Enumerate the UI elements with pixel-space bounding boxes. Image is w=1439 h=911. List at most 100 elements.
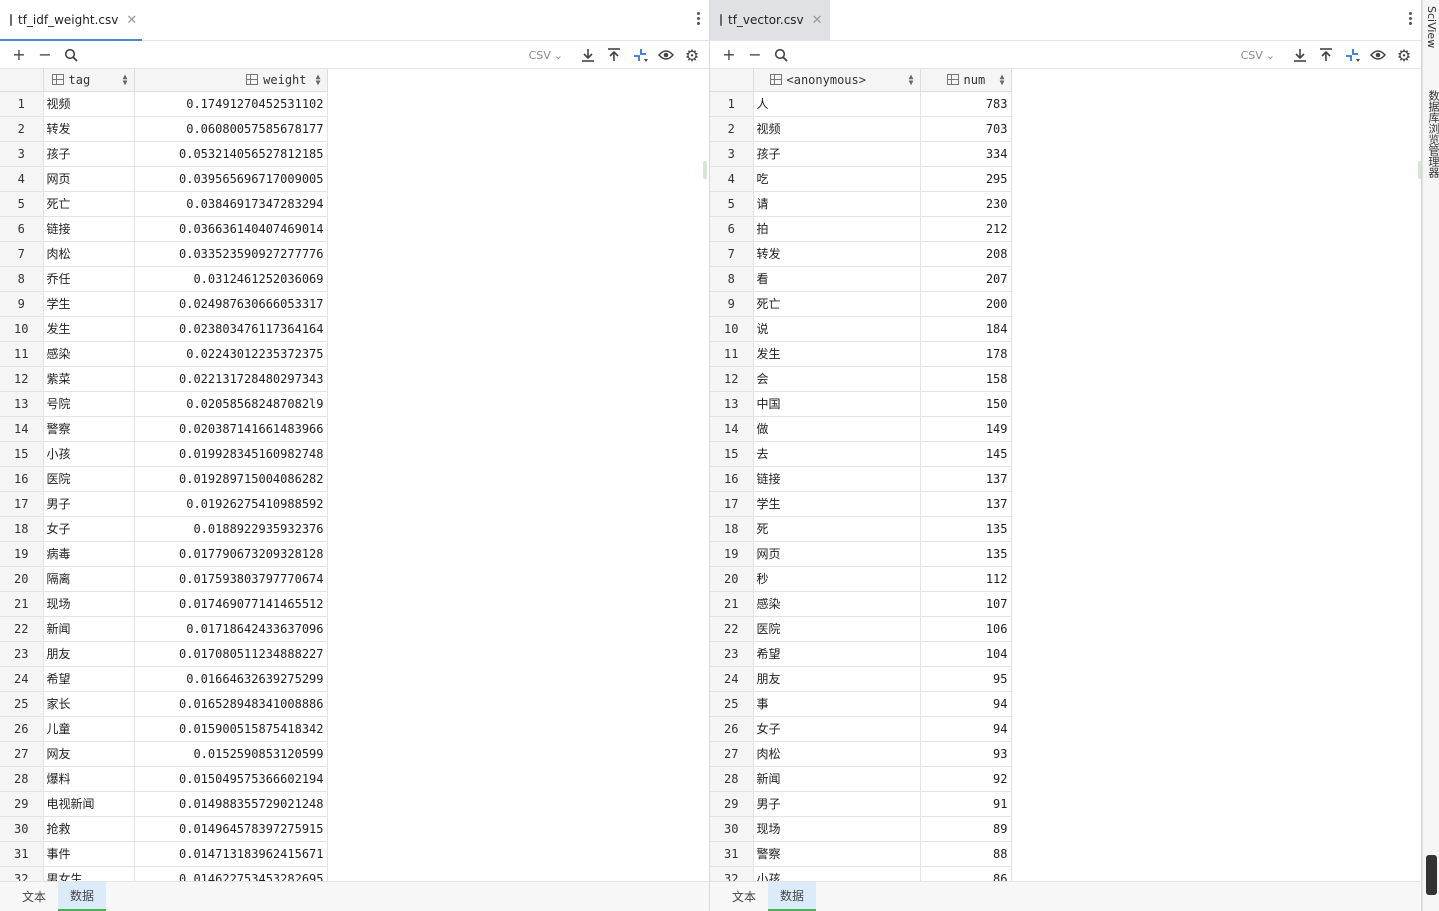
table-cell-number[interactable]: 149 xyxy=(920,416,1012,442)
table-cell-text[interactable]: 转发 xyxy=(753,241,921,267)
more-options-icon[interactable] xyxy=(695,12,701,25)
table-cell-number[interactable]: 208 xyxy=(920,241,1012,267)
compare-icon[interactable] xyxy=(627,42,653,68)
table-cell-text[interactable]: 学生 xyxy=(753,491,921,517)
table-cell-text[interactable]: 号院 xyxy=(43,391,135,417)
search-icon[interactable] xyxy=(768,42,794,68)
table-cell-number[interactable]: 107 xyxy=(920,591,1012,617)
table-cell-text[interactable]: 事 xyxy=(753,691,921,717)
table-cell-number[interactable]: 135 xyxy=(920,516,1012,542)
table-cell-text[interactable]: 死 xyxy=(753,516,921,542)
table-cell-number[interactable]: 0.06080057585678177 xyxy=(134,116,328,142)
table-cell-text[interactable]: 会 xyxy=(753,366,921,392)
table-cell-text[interactable]: 网页 xyxy=(43,166,135,192)
table-row[interactable]: 14 警察 0.020387141661483966 xyxy=(0,416,328,442)
table-cell-number[interactable]: 0.014964578397275915 xyxy=(134,816,328,842)
table-cell-number[interactable]: 0.01718642433637096 xyxy=(134,616,328,642)
table-cell-text[interactable]: 发生 xyxy=(753,341,921,367)
table-cell-text[interactable]: 隔离 xyxy=(43,566,135,592)
table-cell-number[interactable]: 137 xyxy=(920,466,1012,492)
table-cell-number[interactable]: 0.024987630666053317 xyxy=(134,291,328,317)
table-cell-number[interactable]: 0.017790673209328128 xyxy=(134,541,328,567)
table-cell-number[interactable]: 0.01664632639275299 xyxy=(134,666,328,692)
table-cell-number[interactable]: 0.0152590853120599 xyxy=(134,741,328,767)
table-row[interactable]: 29 电视新闻 0.014988355729021248 xyxy=(0,791,328,817)
table-cell-text[interactable]: 新闻 xyxy=(43,616,135,642)
table-cell-text[interactable]: 女子 xyxy=(43,516,135,542)
table-cell-text[interactable]: 做 xyxy=(753,416,921,442)
table-cell-number[interactable]: 0.03846917347283294 xyxy=(134,191,328,217)
table-row[interactable]: 15 去 145 xyxy=(710,441,1012,467)
table-cell-text[interactable]: 孩子 xyxy=(753,141,921,167)
table-row[interactable]: 26 女子 94 xyxy=(710,716,1012,742)
table-row[interactable]: 28 新闻 92 xyxy=(710,766,1012,792)
table-cell-number[interactable]: 112 xyxy=(920,566,1012,592)
tab-text[interactable]: 文本 xyxy=(720,882,768,911)
table-row[interactable]: 4 吃 295 xyxy=(710,166,1012,192)
table-row[interactable]: 17 男子 0.01926275410988592 xyxy=(0,491,328,517)
download-icon[interactable] xyxy=(575,42,601,68)
sidebar-handle[interactable] xyxy=(1426,855,1437,895)
table-row[interactable]: 23 希望 104 xyxy=(710,641,1012,667)
table-row[interactable]: 27 网友 0.0152590853120599 xyxy=(0,741,328,767)
table-cell-number[interactable]: 0.020585682487082l9 xyxy=(134,391,328,417)
table-row[interactable]: 31 事件 0.014713183962415671 xyxy=(0,841,328,867)
table-cell-text[interactable]: 网页 xyxy=(753,541,921,567)
table-cell-number[interactable]: 0.014713183962415671 xyxy=(134,841,328,867)
table-cell-number[interactable]: 137 xyxy=(920,491,1012,517)
table-row[interactable]: 22 医院 106 xyxy=(710,616,1012,642)
table-row[interactable]: 18 女子 0.0188922935932376 xyxy=(0,516,328,542)
table-row[interactable]: 24 希望 0.01664632639275299 xyxy=(0,666,328,692)
right-file-tab[interactable]: tf_vector.csv ✕ xyxy=(710,0,830,40)
table-row[interactable]: 18 死 135 xyxy=(710,516,1012,542)
table-row[interactable]: 26 儿童 0.015900515875418342 xyxy=(0,716,328,742)
table-cell-number[interactable]: 0.017593803797770674 xyxy=(134,566,328,592)
table-cell-number[interactable]: 0.017080511234888227 xyxy=(134,641,328,667)
table-cell-text[interactable]: 希望 xyxy=(753,641,921,667)
table-row[interactable]: 17 学生 137 xyxy=(710,491,1012,517)
table-cell-text[interactable]: 现场 xyxy=(43,591,135,617)
table-cell-text[interactable]: 中国 xyxy=(753,391,921,417)
table-cell-number[interactable]: 295 xyxy=(920,166,1012,192)
table-cell-text[interactable]: 医院 xyxy=(753,616,921,642)
table-cell-number[interactable]: 0.053214056527812185 xyxy=(134,141,328,167)
search-icon[interactable] xyxy=(58,42,84,68)
remove-row-icon[interactable]: − xyxy=(742,42,768,68)
table-cell-text[interactable]: 链接 xyxy=(753,466,921,492)
table-cell-number[interactable]: 0.02243012235372375 xyxy=(134,341,328,367)
table-cell-text[interactable]: 链接 xyxy=(43,216,135,242)
table-cell-number[interactable]: 0.016528948341008886 xyxy=(134,691,328,717)
table-row[interactable]: 12 会 158 xyxy=(710,366,1012,392)
table-cell-number[interactable]: 104 xyxy=(920,641,1012,667)
table-cell-number[interactable]: 0.17491270452531102 xyxy=(134,91,328,117)
table-cell-text[interactable]: 朋友 xyxy=(753,666,921,692)
csv-format-dropdown[interactable]: CSV ⌄ xyxy=(529,49,563,62)
remove-row-icon[interactable]: − xyxy=(32,42,58,68)
table-row[interactable]: 32 男女生 0.014622753453282695 xyxy=(0,866,328,881)
table-row[interactable]: 14 做 149 xyxy=(710,416,1012,442)
table-row[interactable]: 29 男子 91 xyxy=(710,791,1012,817)
table-row[interactable]: 7 转发 208 xyxy=(710,241,1012,267)
table-cell-text[interactable]: 感染 xyxy=(753,591,921,617)
table-cell-number[interactable]: 0.015900515875418342 xyxy=(134,716,328,742)
table-cell-number[interactable]: 93 xyxy=(920,741,1012,767)
table-row[interactable]: 6 链接 0.036636140407469014 xyxy=(0,216,328,242)
gear-icon[interactable]: ⚙ xyxy=(679,42,705,68)
table-row[interactable]: 23 朋友 0.017080511234888227 xyxy=(0,641,328,667)
table-cell-text[interactable]: 发生 xyxy=(43,316,135,342)
table-cell-number[interactable]: 86 xyxy=(920,866,1012,881)
table-row[interactable]: 8 乔任 0.0312461252036069 xyxy=(0,266,328,292)
table-cell-text[interactable]: 网友 xyxy=(43,741,135,767)
sort-icon[interactable]: ▲ ▼ xyxy=(316,73,321,87)
sidebar-item-database-browser[interactable]: 数据库浏览管理器 xyxy=(1425,90,1439,178)
table-cell-text[interactable]: 女子 xyxy=(753,716,921,742)
table-cell-number[interactable]: 94 xyxy=(920,691,1012,717)
column-header-tag[interactable]: tag ▲ ▼ xyxy=(43,69,135,92)
table-cell-number[interactable]: 0.036636140407469014 xyxy=(134,216,328,242)
table-row[interactable]: 24 朋友 95 xyxy=(710,666,1012,692)
table-cell-number[interactable]: 158 xyxy=(920,366,1012,392)
table-cell-text[interactable]: 孩子 xyxy=(43,141,135,167)
table-row[interactable]: 19 网页 135 xyxy=(710,541,1012,567)
table-cell-number[interactable]: 184 xyxy=(920,316,1012,342)
table-row[interactable]: 1 人 783 xyxy=(710,91,1012,117)
